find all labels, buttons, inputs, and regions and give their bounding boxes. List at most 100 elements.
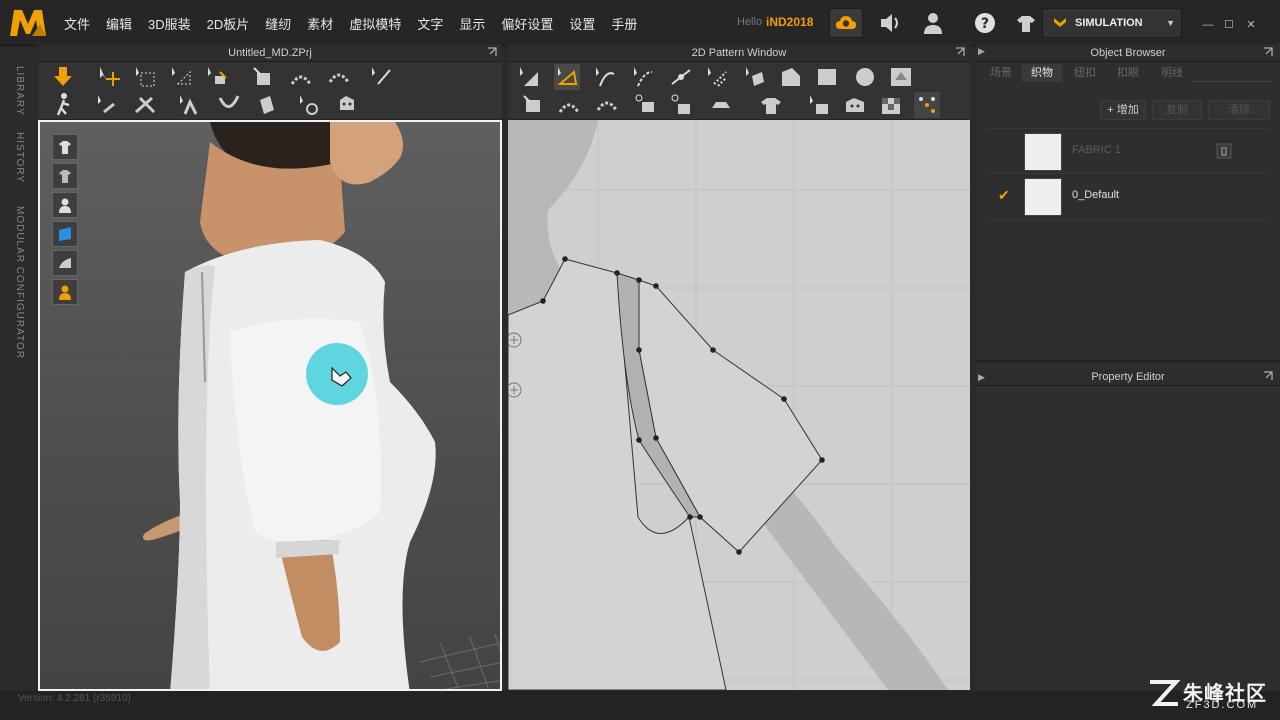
viewport-3d[interactable] xyxy=(38,120,502,691)
close-icon[interactable]: ✕ xyxy=(1243,18,1259,32)
expand-icon[interactable] xyxy=(1262,46,1274,58)
segment-sewing-icon[interactable] xyxy=(288,64,314,90)
edit-pattern-icon[interactable] xyxy=(554,64,580,90)
minimize-icon[interactable]: — xyxy=(1200,18,1216,32)
object-browser-titlebar: Object Browser xyxy=(976,44,1280,62)
tab-history[interactable]: HISTORY xyxy=(14,132,25,183)
menu-3d-garment[interactable]: 3D服装 xyxy=(148,14,191,33)
select-mesh-box-icon[interactable] xyxy=(132,64,158,90)
free-sewing-icon[interactable] xyxy=(326,64,352,90)
view-avatar-shirt-icon[interactable] xyxy=(52,134,78,160)
polygon-icon[interactable] xyxy=(742,64,768,90)
rectangle-icon[interactable] xyxy=(814,64,840,90)
pattern-canvas xyxy=(508,120,970,690)
expand-icon[interactable] xyxy=(486,46,498,58)
menu-sewing[interactable]: 缝纫 xyxy=(265,14,291,33)
user-icon[interactable] xyxy=(921,8,945,38)
menu-display[interactable]: 显示 xyxy=(459,14,485,33)
select-move-icon[interactable] xyxy=(96,64,122,90)
menu-avatar[interactable]: 虚拟模特 xyxy=(349,14,401,33)
view-avatar-skin-icon[interactable] xyxy=(52,279,78,305)
fold-angle-icon[interactable] xyxy=(216,92,242,118)
menu-file[interactable]: 文件 xyxy=(64,14,90,33)
menu-edit[interactable]: 编辑 xyxy=(106,14,132,33)
help-icon[interactable]: ? xyxy=(972,8,998,38)
check-sewing-icon[interactable] xyxy=(668,92,694,118)
menu-manual[interactable]: 手册 xyxy=(611,14,637,33)
simulation-button[interactable]: SIMULATION ▼ xyxy=(1042,8,1182,38)
viewport3d-title: Untitled_MD.ZPrj xyxy=(228,47,312,59)
buttonhole-2d-icon[interactable] xyxy=(842,92,868,118)
pattern-window-2d[interactable] xyxy=(508,120,970,690)
fold-arrange-icon[interactable] xyxy=(176,92,202,118)
fabric-row-fabric1[interactable]: FABRIC 1 xyxy=(986,128,1270,174)
panel-splitter[interactable] xyxy=(976,360,1280,363)
cloud-icon xyxy=(836,16,856,29)
maximize-icon[interactable]: ☐ xyxy=(1221,18,1237,32)
circle-icon[interactable] xyxy=(852,64,878,90)
button-2d-icon[interactable] xyxy=(806,92,832,118)
tab-topstitch[interactable]: 明线 xyxy=(1152,64,1192,82)
simulation-arrow-icon[interactable] xyxy=(50,64,76,90)
watermark-logo-icon xyxy=(1150,680,1181,706)
simulation-dropdown-icon[interactable]: ▼ xyxy=(1166,18,1175,28)
property-editor-titlebar: Property Editor ▶ xyxy=(976,368,1280,386)
polygon-fill-icon[interactable] xyxy=(778,64,804,90)
transform-texture-icon[interactable] xyxy=(914,92,940,118)
expand-icon[interactable] xyxy=(954,46,966,58)
fabric-row-default[interactable]: ✔ 0_Default xyxy=(986,174,1270,220)
menu-text[interactable]: 文字 xyxy=(417,14,443,33)
trash-icon[interactable] xyxy=(1216,143,1232,159)
tab-buttonhole[interactable]: 扣眼 xyxy=(1108,64,1148,82)
internal-rect-icon[interactable] xyxy=(520,92,546,118)
view-avatar-icon[interactable] xyxy=(52,192,78,218)
view-texture-icon[interactable] xyxy=(52,221,78,247)
tab-fabric[interactable]: 织物 xyxy=(1022,64,1062,82)
select-mesh-lasso-icon[interactable] xyxy=(168,64,194,90)
texture-checker-icon[interactable] xyxy=(878,92,904,118)
garment-piece-icon[interactable] xyxy=(254,92,280,118)
toolbar-3d xyxy=(38,62,502,120)
segment-sew-2d-icon[interactable] xyxy=(594,92,620,118)
add-point-icon[interactable] xyxy=(668,64,694,90)
tab-scene[interactable]: 场景 xyxy=(984,64,1018,82)
sound-icon[interactable] xyxy=(878,8,902,38)
avatar-walk-icon[interactable] xyxy=(50,92,76,118)
collapse-arrow-icon[interactable]: ▶ xyxy=(978,46,985,57)
free-sew-2d-icon[interactable] xyxy=(632,92,658,118)
buttonhole-tool-icon[interactable] xyxy=(334,92,360,118)
collapse-arrow-icon[interactable]: ▶ xyxy=(978,368,985,386)
pattern-shirt-icon[interactable] xyxy=(758,92,784,118)
tack-tool-icon[interactable] xyxy=(94,92,120,118)
view-stress-icon[interactable] xyxy=(52,250,78,276)
topstitch-icon[interactable] xyxy=(708,92,734,118)
pen-tool-icon[interactable] xyxy=(368,64,394,90)
menu-preferences[interactable]: 偏好设置 xyxy=(501,14,553,33)
dart-icon[interactable] xyxy=(556,92,582,118)
add-fabric-button[interactable]: + 增加 xyxy=(1100,100,1146,120)
edit-curvature-icon[interactable] xyxy=(592,64,618,90)
clear-fabric-button[interactable]: 清除 xyxy=(1208,100,1270,120)
tab-modular-configurator[interactable]: MODULAR CONFIGURATOR xyxy=(14,206,25,359)
garment-sim-icon[interactable] xyxy=(1013,8,1039,38)
internal-polygon-icon[interactable] xyxy=(888,64,914,90)
transform-pattern-icon[interactable] xyxy=(516,64,542,90)
tab-library[interactable]: LIBRARY xyxy=(14,66,25,116)
garment-fold-icon[interactable] xyxy=(250,64,276,90)
tape-tool-icon[interactable] xyxy=(132,92,158,118)
button-tool-icon[interactable] xyxy=(296,92,322,118)
tab-divider xyxy=(1192,81,1272,82)
copy-fabric-button[interactable]: 复制 xyxy=(1152,100,1202,120)
cloud-button[interactable] xyxy=(829,8,863,38)
transform-pin-icon[interactable] xyxy=(204,64,230,90)
expand-icon[interactable] xyxy=(1262,370,1274,382)
edit-sewing-icon[interactable] xyxy=(704,64,730,90)
menu-settings[interactable]: 设置 xyxy=(569,14,595,33)
menu-materials[interactable]: 素材 xyxy=(307,14,333,33)
menu-2d-pattern[interactable]: 2D板片 xyxy=(207,14,250,33)
edit-curve-point-icon[interactable] xyxy=(630,64,656,90)
status-bar: Version: 4.2.281 (r35910) xyxy=(0,691,1280,720)
tab-button[interactable]: 纽扣 xyxy=(1066,64,1104,82)
fabric-swatch xyxy=(1024,133,1062,171)
view-garment-icon[interactable] xyxy=(52,163,78,189)
